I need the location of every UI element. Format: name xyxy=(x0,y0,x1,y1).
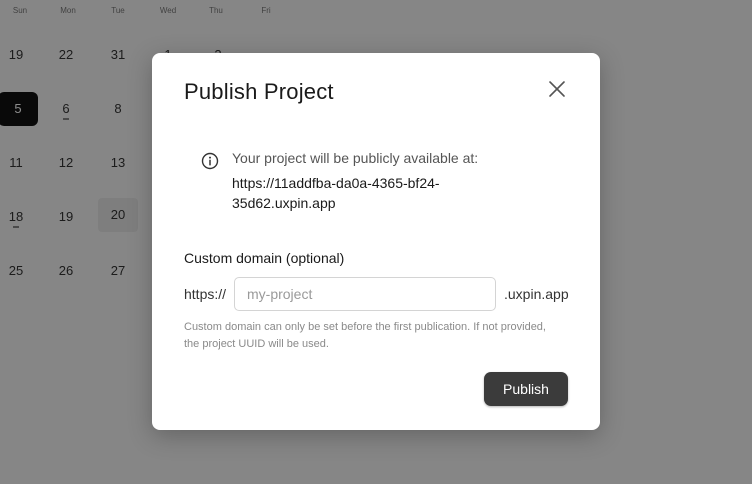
info-icon xyxy=(201,152,219,170)
custom-domain-hint: Custom domain can only be set before the… xyxy=(184,321,546,350)
dialog-title: Publish Project xyxy=(184,79,334,104)
availability-message: Your project will be publicly available … xyxy=(232,150,479,166)
project-public-url: https://11addfba-da0a-4365-bf24-35d62.ux… xyxy=(232,175,440,211)
custom-domain-input[interactable] xyxy=(234,277,496,311)
domain-suffix: .uxpin.app xyxy=(504,286,569,302)
publish-project-dialog: Publish Project Your project will be pub… xyxy=(152,53,600,430)
close-icon[interactable] xyxy=(546,78,568,100)
url-prefix: https:// xyxy=(184,286,227,302)
publish-button[interactable]: Publish xyxy=(484,372,568,406)
custom-domain-label: Custom domain (optional) xyxy=(184,250,345,266)
